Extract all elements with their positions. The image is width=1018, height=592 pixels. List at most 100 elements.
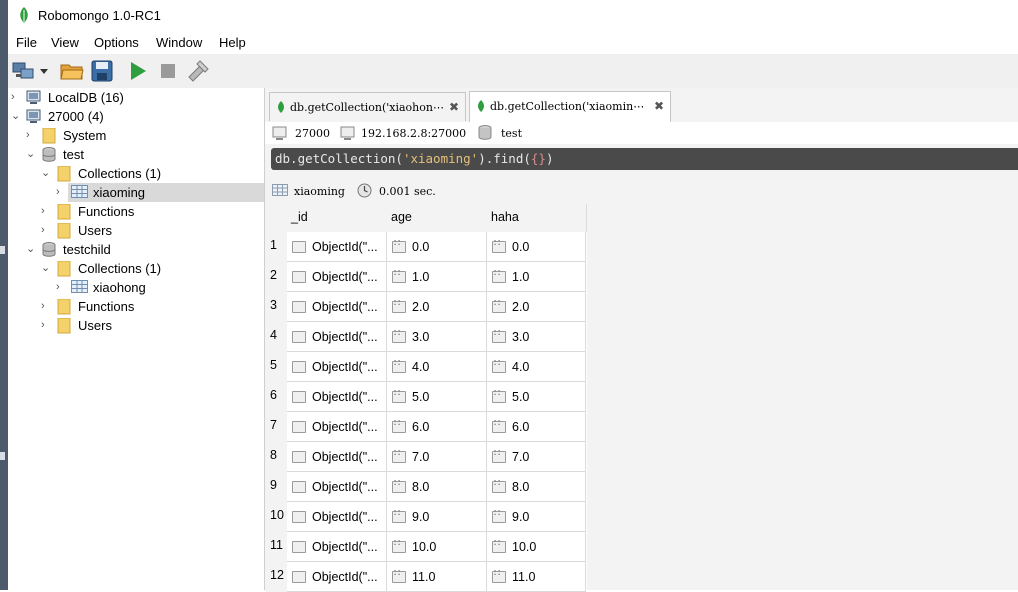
folder-icon (42, 128, 56, 144)
cell-age[interactable]: 3.0 (387, 322, 487, 352)
row-number: 10 (265, 502, 287, 532)
tree-node-functions[interactable]: › Functions (8, 202, 264, 221)
column-header-age[interactable]: age (387, 204, 488, 232)
cell-age[interactable]: 5.0 (387, 382, 487, 412)
tree-node-27000[interactable]: ⌄ 27000 (4) (8, 107, 264, 126)
tree-node-collections[interactable]: ⌄ Collections (1) (8, 164, 264, 183)
connect-icon[interactable] (12, 59, 36, 83)
number-type-icon (492, 238, 506, 253)
connection-host: 192.168.2.8:27000 (361, 127, 467, 140)
cell-age[interactable]: 10.0 (387, 532, 487, 562)
row-number: 2 (265, 262, 287, 292)
number-type-icon (492, 478, 506, 493)
number-type-icon (392, 568, 406, 583)
cell-haha[interactable]: 7.0 (487, 442, 586, 472)
toolbar (8, 54, 1018, 89)
cell-age[interactable]: 2.0 (387, 292, 487, 322)
menu-file[interactable]: File (16, 35, 37, 50)
tools-icon[interactable] (186, 59, 210, 83)
host-icon (340, 126, 355, 140)
server-icon (26, 109, 41, 123)
cell-id[interactable]: ObjectId("... (287, 382, 387, 412)
row-number: 8 (265, 442, 287, 472)
folder-icon (57, 318, 71, 334)
tab-xiaoming-query[interactable]: db.getCollection('xiaomin⋯ ✖ (469, 91, 671, 122)
number-type-icon (492, 568, 506, 583)
cell-haha[interactable]: 10.0 (487, 532, 586, 562)
menu-help[interactable]: Help (219, 35, 246, 50)
cell-age[interactable]: 4.0 (387, 352, 487, 382)
tree-node-test[interactable]: ⌄ test (8, 145, 264, 164)
number-type-icon (392, 418, 406, 433)
number-type-icon (492, 418, 506, 433)
robomongo-logo-icon (20, 7, 28, 23)
tree-node-localdb[interactable]: › LocalDB (16) (8, 88, 264, 107)
tree-node-testchild[interactable]: ⌄ testchild (8, 240, 264, 259)
object-type-icon (292, 481, 306, 493)
number-type-icon (392, 328, 406, 343)
cell-haha[interactable]: 5.0 (487, 382, 586, 412)
number-type-icon (392, 538, 406, 553)
tab-xiaohong-query[interactable]: db.getCollection('xiaohon⋯ ✖ (269, 92, 466, 121)
leaf-icon (478, 100, 484, 112)
desktop-edge (0, 0, 8, 590)
row-number: 7 (265, 412, 287, 442)
cell-id[interactable]: ObjectId("... (287, 472, 387, 502)
column-header-id[interactable]: _id (287, 204, 388, 232)
menu-view[interactable]: View (51, 35, 79, 50)
cell-haha[interactable]: 4.0 (487, 352, 586, 382)
close-tab-icon[interactable]: ✖ (449, 100, 459, 114)
tree-node-users[interactable]: › Users (8, 316, 264, 335)
number-type-icon (492, 268, 506, 283)
connect-dropdown-arrow-icon[interactable] (38, 59, 50, 83)
open-folder-icon[interactable] (60, 59, 84, 83)
menu-options[interactable]: Options (94, 35, 139, 50)
stop-icon[interactable] (156, 59, 180, 83)
cell-haha[interactable]: 6.0 (487, 412, 586, 442)
cell-age[interactable]: 1.0 (387, 262, 487, 292)
column-header-haha[interactable]: haha (487, 204, 587, 232)
tree-node-functions[interactable]: › Functions (8, 297, 264, 316)
cell-age[interactable]: 0.0 (387, 232, 487, 262)
cell-id[interactable]: ObjectId("... (287, 322, 387, 352)
cell-age[interactable]: 11.0 (387, 562, 487, 592)
menu-bar: File View Options Window Help (8, 30, 1018, 54)
cell-haha[interactable]: 9.0 (487, 502, 586, 532)
cell-haha[interactable]: 2.0 (487, 292, 586, 322)
cell-id[interactable]: ObjectId("... (287, 232, 387, 262)
cell-haha[interactable]: 11.0 (487, 562, 586, 592)
result-info-bar: xiaoming 0.001 sec. (265, 180, 1018, 202)
cell-haha[interactable]: 0.0 (487, 232, 586, 262)
cell-id[interactable]: ObjectId("... (287, 532, 387, 562)
cell-age[interactable]: 6.0 (387, 412, 487, 442)
connection-database: test (501, 127, 522, 140)
number-type-icon (392, 508, 406, 523)
cell-haha[interactable]: 8.0 (487, 472, 586, 502)
save-icon[interactable] (90, 59, 114, 83)
tree-node-system[interactable]: › System (8, 126, 264, 145)
close-tab-icon[interactable]: ✖ (654, 99, 664, 113)
tree-node-xiaoming[interactable]: › xiaoming (56, 183, 264, 202)
execute-icon[interactable] (126, 59, 150, 83)
cell-age[interactable]: 9.0 (387, 502, 487, 532)
tree-node-users[interactable]: › Users (8, 221, 264, 240)
query-editor[interactable]: db.getCollection('xiaoming').find({}) (271, 148, 1018, 170)
cell-age[interactable]: 7.0 (387, 442, 487, 472)
collection-icon (71, 185, 88, 198)
cell-id[interactable]: ObjectId("... (287, 262, 387, 292)
cell-id[interactable]: ObjectId("... (287, 562, 387, 592)
cell-id[interactable]: ObjectId("... (287, 412, 387, 442)
cell-haha[interactable]: 1.0 (487, 262, 586, 292)
cell-id[interactable]: ObjectId("... (287, 442, 387, 472)
row-number: 12 (265, 562, 287, 592)
cell-age[interactable]: 8.0 (387, 472, 487, 502)
cell-id[interactable]: ObjectId("... (287, 292, 387, 322)
tree-node-xiaohong[interactable]: › xiaohong (8, 278, 264, 297)
cell-id[interactable]: ObjectId("... (287, 352, 387, 382)
cell-id[interactable]: ObjectId("... (287, 502, 387, 532)
cell-haha[interactable]: 3.0 (487, 322, 586, 352)
number-type-icon (392, 358, 406, 373)
tree-node-collections[interactable]: ⌄ Collections (1) (8, 259, 264, 278)
object-type-icon (292, 571, 306, 583)
menu-window[interactable]: Window (156, 35, 202, 50)
